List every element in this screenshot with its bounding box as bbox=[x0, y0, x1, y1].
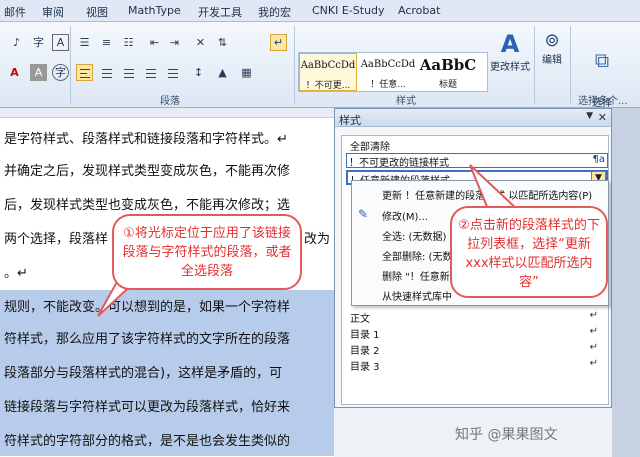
window-edge bbox=[612, 108, 640, 457]
callout-step-1: ①将光标定位于应用了该链接段落与字符样式的段落，或者全选段落 bbox=[112, 214, 302, 290]
watermark: 知乎 @果果图文 bbox=[455, 427, 558, 443]
callout-step-2: ②点击新的段落样式的下拉列表框，选择“更新 xxx样式以匹配所选内容” bbox=[450, 206, 608, 298]
